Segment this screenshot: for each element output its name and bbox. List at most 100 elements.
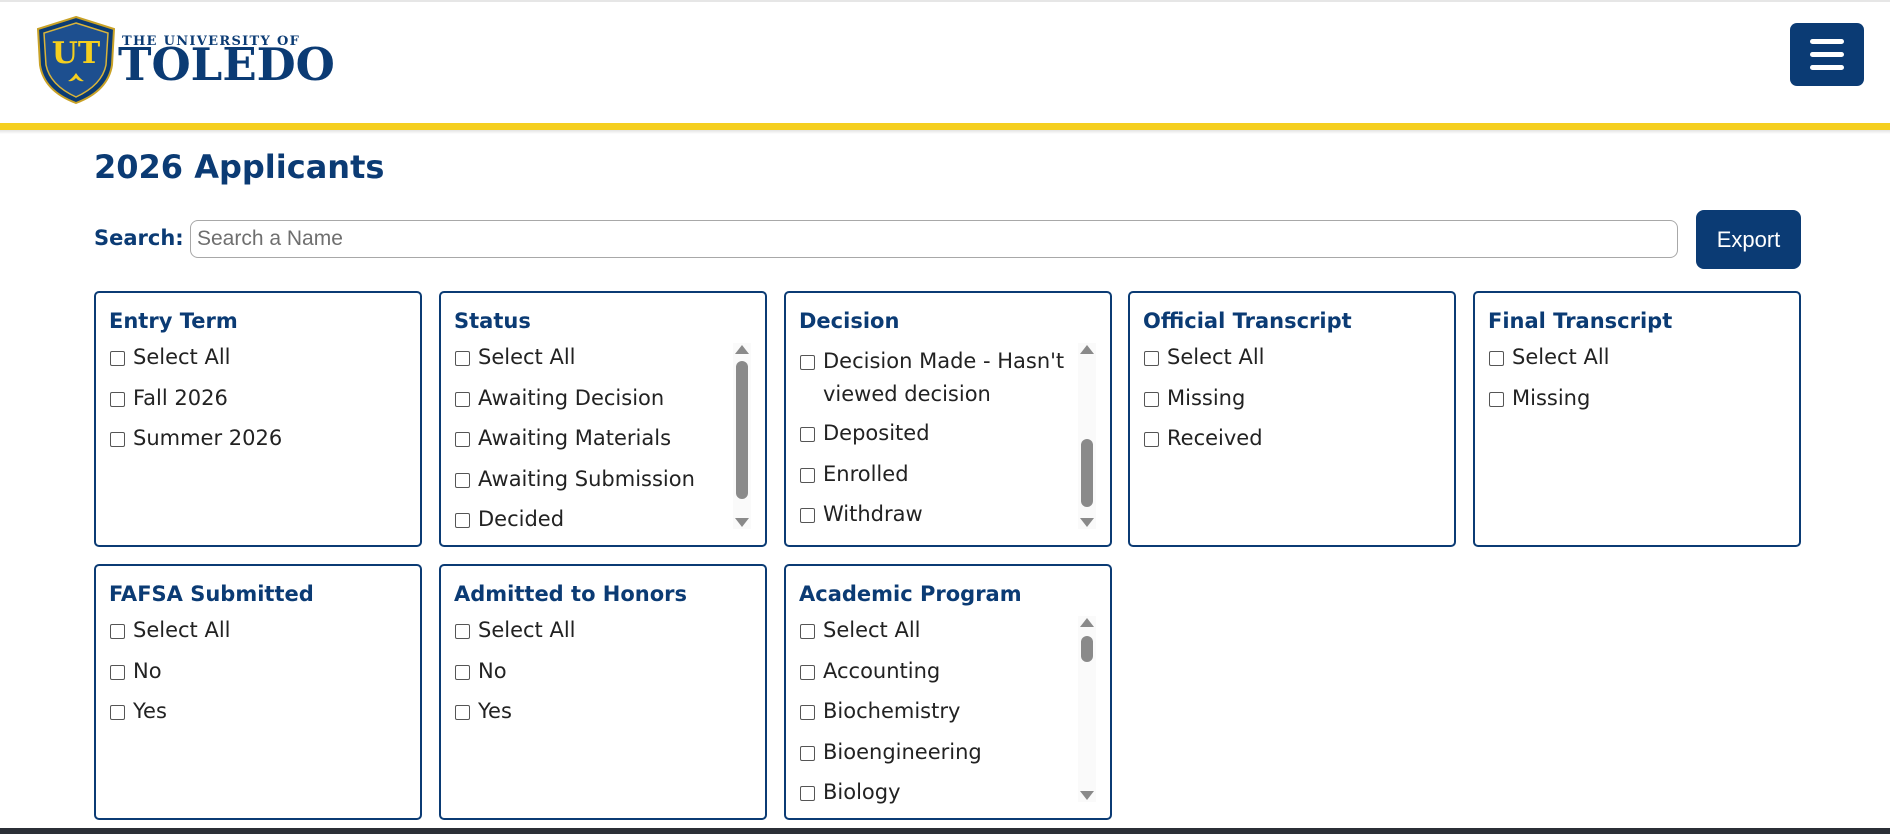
checkbox[interactable]: [110, 432, 125, 447]
checkbox[interactable]: [800, 786, 815, 801]
logo-toledo: TOLEDO: [118, 38, 335, 91]
checkbox[interactable]: [800, 467, 815, 483]
checkbox[interactable]: [455, 432, 470, 447]
option-item[interactable]: Decided: [455, 503, 731, 535]
checkbox[interactable]: [800, 705, 815, 720]
search-label: Search:: [94, 226, 184, 250]
checkbox[interactable]: [110, 664, 125, 680]
checkbox[interactable]: [800, 508, 815, 523]
option-list: Select All Missing: [1489, 341, 1785, 535]
checkbox[interactable]: [455, 391, 470, 407]
option-item[interactable]: Select All: [800, 614, 1076, 655]
option-item[interactable]: Withdraw: [800, 498, 1076, 535]
checkbox[interactable]: [800, 624, 815, 639]
option-item[interactable]: Select All: [1144, 341, 1440, 382]
option-item[interactable]: Biochemistry: [800, 695, 1076, 736]
scroll-up-icon[interactable]: [735, 345, 749, 354]
menu-button[interactable]: [1790, 23, 1864, 86]
filter-final-transcript: Final Transcript Select All Missing: [1473, 291, 1801, 547]
checkbox[interactable]: [455, 472, 470, 488]
filter-title: FAFSA Submitted: [109, 582, 314, 606]
checkbox[interactable]: [800, 427, 815, 442]
filter-title: Status: [454, 309, 531, 333]
checkbox[interactable]: [110, 391, 125, 407]
checkbox[interactable]: [1489, 351, 1504, 366]
option-item[interactable]: Awaiting Submission: [455, 463, 731, 504]
option-item[interactable]: Select All: [110, 341, 406, 382]
scrollbar-thumb[interactable]: [1081, 439, 1093, 507]
option-item[interactable]: Decision Made - Hasn't viewed decision: [800, 345, 1076, 417]
university-logo[interactable]: UT THE UNIVERSITY OF TOLEDO: [36, 15, 335, 105]
option-list: Decision Made - Hasn't viewed decision D…: [800, 345, 1076, 535]
filter-title: Final Transcript: [1488, 309, 1673, 333]
option-item[interactable]: Summer 2026: [110, 422, 406, 463]
filter-title: Admitted to Honors: [454, 582, 688, 606]
checkbox[interactable]: [110, 624, 125, 639]
option-item[interactable]: Enrolled: [800, 458, 1076, 499]
option-item[interactable]: Select All: [455, 341, 731, 382]
checkbox[interactable]: [110, 351, 125, 366]
checkbox[interactable]: [800, 355, 815, 370]
option-item[interactable]: Select All: [110, 614, 406, 655]
option-item[interactable]: Select All: [1489, 341, 1785, 382]
gold-header-bar: [0, 123, 1890, 130]
checkbox[interactable]: [110, 705, 125, 720]
scroll-down-icon[interactable]: [735, 518, 749, 527]
option-list: Select All No Yes: [110, 614, 406, 808]
option-item[interactable]: Deposited: [800, 417, 1076, 458]
filter-entry-term: Entry Term Select All Fall 2026 Summer 2…: [94, 291, 422, 547]
scroll-up-icon[interactable]: [1080, 345, 1094, 354]
option-list: Select All Accounting Biochemistry Bioen…: [800, 614, 1076, 808]
checkbox[interactable]: [800, 664, 815, 680]
option-list: Select All Fall 2026 Summer 2026: [110, 341, 406, 535]
option-item[interactable]: Missing: [1144, 382, 1440, 423]
option-item[interactable]: No: [110, 655, 406, 696]
scrollbar-thumb[interactable]: [1081, 636, 1093, 662]
filter-official-transcript: Official Transcript Select All Missing R…: [1128, 291, 1456, 547]
option-item[interactable]: Received: [1144, 422, 1440, 463]
filter-status: Status Select All Awaiting Decision Awai…: [439, 291, 767, 547]
scrollbar-thumb[interactable]: [736, 361, 748, 499]
option-list: Select All Awaiting Decision Awaiting Ma…: [455, 341, 731, 535]
page-title: 2026 Applicants: [94, 148, 385, 186]
checkbox[interactable]: [455, 705, 470, 720]
option-item[interactable]: Awaiting Decision: [455, 382, 731, 423]
checkbox[interactable]: [455, 351, 470, 366]
option-list: Select All No Yes: [455, 614, 751, 808]
shield-logo-icon: UT: [36, 15, 116, 105]
checkbox[interactable]: [800, 745, 815, 761]
option-item[interactable]: Yes: [455, 695, 751, 736]
checkbox[interactable]: [1144, 391, 1159, 407]
checkbox[interactable]: [1144, 432, 1159, 447]
scrollbar[interactable]: [1078, 343, 1096, 529]
checkbox[interactable]: [455, 664, 470, 680]
option-item[interactable]: Awaiting Materials: [455, 422, 731, 463]
scroll-down-icon[interactable]: [1080, 518, 1094, 527]
option-item[interactable]: Bioengineering: [800, 736, 1076, 777]
checkbox[interactable]: [455, 624, 470, 639]
scrollbar[interactable]: [1078, 616, 1096, 802]
option-item[interactable]: Yes: [110, 695, 406, 736]
option-item[interactable]: No: [455, 655, 751, 696]
scroll-down-icon[interactable]: [1080, 791, 1094, 800]
option-item[interactable]: Fall 2026: [110, 382, 406, 423]
checkbox[interactable]: [455, 513, 470, 528]
option-item[interactable]: Missing: [1489, 382, 1785, 423]
option-item[interactable]: Biology: [800, 776, 1076, 808]
option-list: Select All Missing Received: [1144, 341, 1440, 535]
checkbox[interactable]: [1489, 391, 1504, 407]
filter-decision: Decision Decision Made - Hasn't viewed d…: [784, 291, 1112, 547]
filter-academic-program: Academic Program Select All Accounting B…: [784, 564, 1112, 820]
scrollbar[interactable]: [733, 343, 751, 529]
filter-title: Academic Program: [799, 582, 1022, 606]
filter-title: Entry Term: [109, 309, 238, 333]
search-input[interactable]: [190, 220, 1678, 258]
option-item[interactable]: Select All: [455, 614, 751, 655]
window-bottom-edge: [0, 828, 1890, 834]
checkbox[interactable]: [1144, 351, 1159, 366]
logo-mark-text: UT: [52, 36, 101, 71]
scroll-up-icon[interactable]: [1080, 618, 1094, 627]
export-button[interactable]: Export: [1696, 210, 1801, 269]
filter-admitted-to-honors: Admitted to Honors Select All No Yes: [439, 564, 767, 820]
option-item[interactable]: Accounting: [800, 655, 1076, 696]
